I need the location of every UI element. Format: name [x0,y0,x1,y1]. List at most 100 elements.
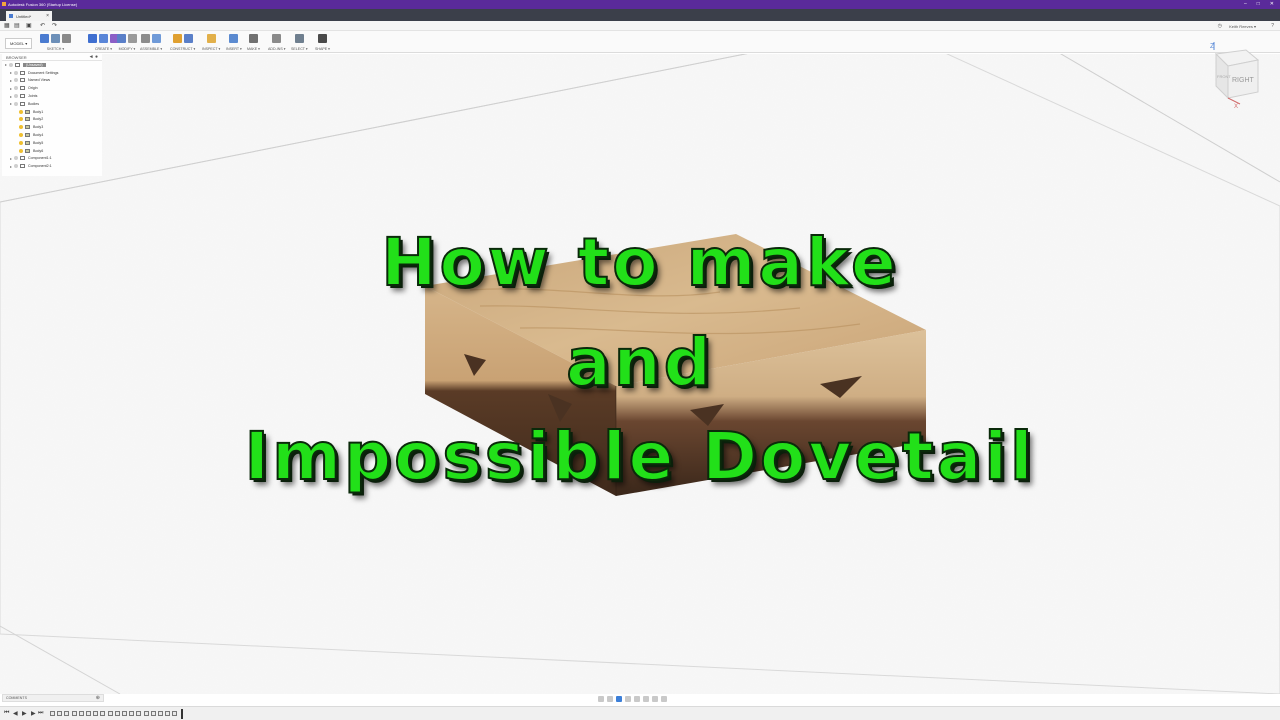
browser-node[interactable]: Body1 [2,108,102,116]
visibility-bulb-icon[interactable] [14,70,18,75]
visibility-bulb-icon[interactable] [19,133,23,138]
job-status-icon[interactable]: ◷ [1218,23,1222,29]
tool-icon[interactable] [117,33,126,43]
tool-icon[interactable] [206,33,216,43]
timeline-marker[interactable] [181,709,183,719]
timeline-feature-icon[interactable] [122,711,127,716]
browser-node[interactable]: Body3 [2,123,102,131]
ribbon-group-label[interactable]: CONSTRUCT ▾ [170,47,195,51]
ribbon-group-label[interactable]: ADD-INS ▾ [268,47,286,51]
undo-icon[interactable]: ↶ [40,22,45,29]
browser-node[interactable]: ▸ Origin [2,84,102,92]
timeline-feature-icon[interactable] [136,711,142,716]
ribbon-group-label[interactable]: MODIFY ▾ [119,47,136,51]
orbit-icon[interactable] [598,696,604,702]
visibility-bulb-icon[interactable] [14,156,18,161]
browser-node[interactable]: ▸ Document Settings [2,69,102,77]
browser-header[interactable]: BROWSER ◄ ● [2,54,102,61]
visibility-bulb-icon[interactable] [19,117,23,122]
tool-icon[interactable] [62,33,71,43]
step-forward-icon[interactable]: ▶ [31,710,36,717]
tool-icon[interactable] [229,33,239,43]
tool-icon[interactable] [51,33,60,43]
browser-node[interactable]: ▸ (Unsaved) [2,61,102,69]
timeline-feature-icon[interactable] [57,711,63,716]
ribbon-group-label[interactable]: SELECT ▾ [291,47,308,51]
pan-icon[interactable] [616,696,622,702]
tool-icon[interactable] [183,33,193,43]
timeline-feature-icon[interactable] [172,711,178,716]
ribbon-group-label[interactable]: SHAPE ▾ [315,47,330,51]
visibility-bulb-icon[interactable] [14,94,18,99]
ribbon-group-label[interactable]: MAKE ▾ [247,47,260,51]
browser-controls[interactable]: ◄ ● [89,54,98,60]
redo-icon[interactable]: ↷ [52,22,57,29]
add-comment-icon[interactable]: ⊕ [96,695,100,701]
tool-icon[interactable] [99,33,108,43]
visibility-bulb-icon[interactable] [19,148,23,153]
visibility-bulb-icon[interactable] [14,86,18,91]
tool-icon[interactable] [294,33,304,43]
timeline-feature-icon[interactable] [165,711,171,716]
browser-node[interactable]: Body5 [2,139,102,147]
visibility-bulb-icon[interactable] [14,164,18,169]
tool-icon[interactable] [152,33,162,43]
timeline-feature-icon[interactable] [107,711,113,716]
grid-settings-icon[interactable] [652,696,658,702]
tool-icon[interactable] [172,33,182,43]
timeline-feature-icon[interactable] [143,711,149,716]
ribbon-group-label[interactable]: CREATE ▾ [95,47,112,51]
browser-node[interactable]: ▸ Component1:1 [2,155,102,163]
tool-icon[interactable] [88,33,97,43]
timeline-feature-icon[interactable] [100,711,106,716]
ribbon-group-label[interactable]: ASSEMBLE ▾ [140,47,162,51]
visibility-bulb-icon[interactable] [14,101,18,106]
browser-node[interactable]: ▸ Named Views [2,77,102,85]
browser-node[interactable]: ▸ Joints [2,92,102,100]
timeline-feature-icon[interactable] [64,711,70,716]
tool-icon[interactable] [272,33,282,43]
timeline-feature-icon[interactable] [78,711,84,716]
go-to-start-icon[interactable]: ⏮ [4,710,9,717]
step-back-icon[interactable]: ◀ [13,710,18,717]
tool-icon[interactable] [249,33,258,43]
tool-icon[interactable] [141,33,151,43]
file-menu-icon[interactable]: ▤ [14,22,20,29]
timeline-feature-icon[interactable] [93,711,99,716]
browser-node[interactable]: Body4 [2,131,102,139]
browser-node[interactable]: ▸ Bodies [2,100,102,108]
timeline-feature-icon[interactable] [50,711,55,716]
minimize-button[interactable]: – [1244,1,1247,7]
visibility-bulb-icon[interactable] [19,125,23,130]
display-settings-icon[interactable] [643,696,649,702]
visibility-bulb-icon[interactable] [9,62,13,67]
look-at-icon[interactable] [607,696,613,702]
timeline-feature-icon[interactable] [129,711,135,716]
timeline-feature-icon[interactable] [114,711,120,716]
view-cube[interactable]: Z FRONT RIGHT X [1196,40,1266,112]
viewports-icon[interactable] [661,696,667,702]
help-icon[interactable]: ? [1271,23,1274,29]
save-icon[interactable]: ▣ [26,22,32,29]
zoom-icon[interactable] [625,696,631,702]
maximize-button[interactable]: □ [1257,1,1260,7]
tool-icon[interactable] [40,33,49,43]
tool-icon[interactable] [318,33,327,43]
data-panel-icon[interactable]: ▦ [4,22,10,29]
timeline-feature-icon[interactable] [86,711,91,716]
visibility-bulb-icon[interactable] [19,109,23,114]
timeline-feature-icon[interactable] [71,711,77,716]
play-icon[interactable]: ▶ [22,710,27,717]
ribbon-group-label[interactable]: INSPECT ▾ [202,47,220,51]
workspace-switcher[interactable]: MODEL ▾ [5,38,33,49]
visibility-bulb-icon[interactable] [14,78,18,83]
timeline-feature-icon[interactable] [158,711,163,716]
ribbon-group-label[interactable]: SKETCH ▾ [47,47,64,51]
go-to-end-icon[interactable]: ⏭ [38,710,43,717]
comments-panel[interactable]: COMMENTS ⊕ [2,694,104,702]
fit-icon[interactable] [634,696,640,702]
browser-node[interactable]: ▸ Component2:1 [2,162,102,170]
ribbon-group-label[interactable]: INSERT ▾ [226,47,242,51]
browser-node[interactable]: Body6 [2,147,102,155]
document-tab[interactable]: Untitled* × [6,11,52,21]
